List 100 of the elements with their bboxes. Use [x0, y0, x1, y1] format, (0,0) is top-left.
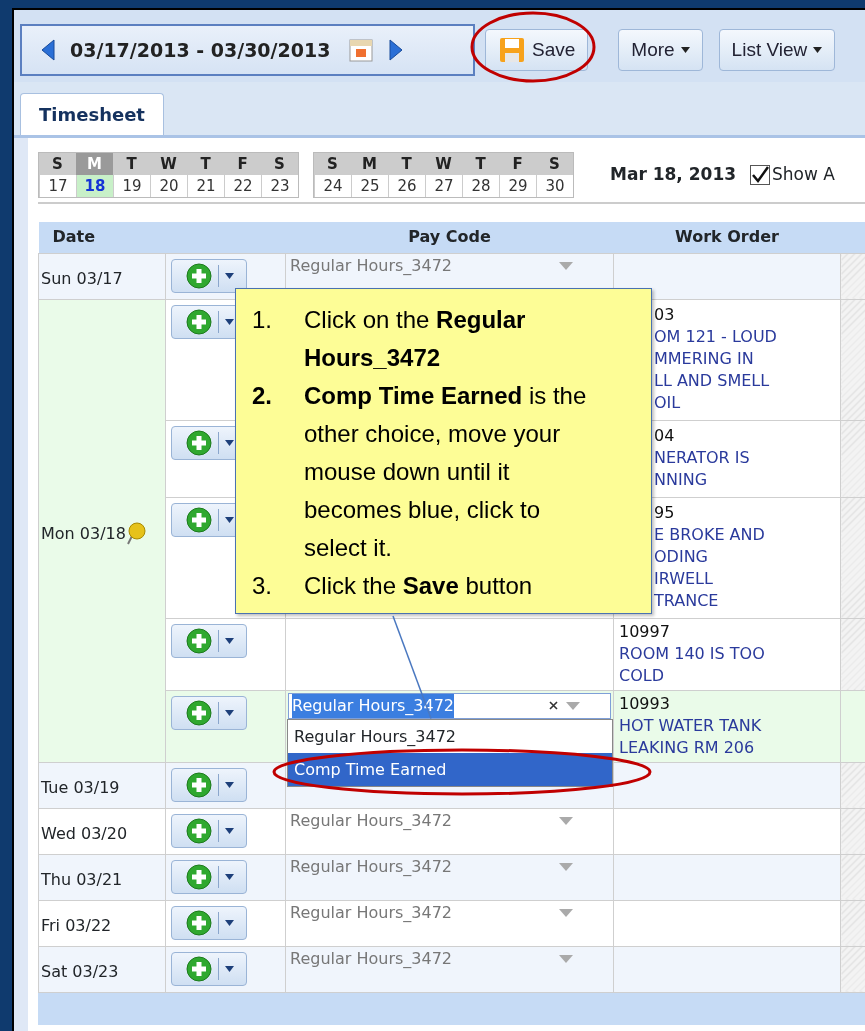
caret-icon — [225, 873, 234, 880]
weekday-label: F — [511, 154, 524, 175]
weekday-label: W — [434, 154, 453, 175]
day-cell[interactable]: 29 — [499, 175, 536, 197]
weekday-label: T — [400, 154, 413, 175]
add-button[interactable] — [171, 859, 247, 894]
work-order-number: 95 — [654, 501, 676, 524]
weekday-label: S — [548, 154, 561, 175]
day-cell[interactable]: 25 — [351, 175, 388, 197]
weekday-label: T — [199, 154, 212, 175]
checkbox[interactable] — [750, 165, 771, 185]
plus-icon — [186, 506, 212, 533]
weekday-label: F — [236, 154, 249, 175]
plus-icon — [186, 909, 212, 936]
work-order-description[interactable]: OM 121 - LOUD MMERING IN LL AND SMELL OIL — [654, 325, 836, 414]
weekday-label: S — [326, 154, 339, 175]
work-order-number: 03 — [654, 303, 676, 326]
weekday-label: S — [51, 154, 64, 175]
plus-icon — [186, 955, 212, 982]
step-number: 1. — [252, 305, 273, 335]
date-label: Sun 03/17 — [41, 268, 123, 290]
work-order-description[interactable]: NERATOR IS NNING — [654, 446, 836, 491]
day-cell[interactable]: 22 — [224, 175, 261, 197]
day-cell[interactable]: 17 — [39, 175, 76, 197]
caret-icon — [559, 816, 573, 825]
menu-button[interactable]: List View — [718, 29, 836, 71]
day-cell[interactable]: 23 — [261, 175, 298, 197]
clear-icon[interactable] — [549, 701, 558, 710]
day-cell[interactable]: 30 — [536, 175, 573, 197]
step-number: 2. — [252, 381, 273, 411]
caret-icon — [559, 261, 573, 270]
column-header: Date — [52, 227, 96, 247]
work-order-description[interactable]: E BROKE AND ODING IRWELL TRANCE — [654, 523, 836, 612]
caret-icon — [225, 965, 234, 972]
plus-icon — [186, 771, 212, 798]
calendar-button[interactable] — [348, 37, 375, 63]
day-cell[interactable]: 24 — [314, 175, 351, 197]
weekday-label: S — [273, 154, 286, 175]
caret-icon — [225, 827, 234, 834]
day-cell[interactable]: 27 — [425, 175, 462, 197]
caret-icon — [559, 862, 573, 871]
add-button[interactable] — [171, 623, 247, 658]
add-button[interactable] — [171, 905, 247, 940]
caret-icon — [680, 47, 690, 53]
weekday-label: T — [474, 154, 487, 175]
date-label: Fri 03/22 — [41, 915, 112, 937]
tab[interactable]: Timesheet — [20, 93, 164, 135]
weekday-label: M — [361, 154, 378, 175]
caret-icon — [225, 272, 234, 279]
add-button[interactable] — [171, 813, 247, 848]
weekday-label: W — [159, 154, 178, 175]
column-header: Pay Code — [408, 227, 491, 247]
column-header: Work Order — [675, 227, 779, 247]
work-order-number: 10993 — [619, 692, 671, 715]
step-text: Click the Save button — [304, 571, 533, 601]
caret-icon — [225, 516, 234, 523]
note-pin-icon[interactable] — [125, 521, 148, 546]
plus-icon — [186, 627, 212, 654]
step-text: Comp Time Earned is the other choice, move your mouse down until it becomes blue, click to select it. — [304, 381, 588, 563]
pay-code-field[interactable]: Regular Hours_3472 — [288, 692, 611, 719]
dropdown-option[interactable]: Comp Time Earned — [288, 752, 612, 786]
plus-icon — [186, 863, 212, 890]
plus-icon — [186, 262, 212, 289]
previous-button[interactable] — [40, 37, 56, 63]
caret-icon — [559, 908, 573, 917]
caret-icon — [225, 919, 234, 926]
date-label: Mon 03/18 — [41, 522, 126, 545]
plus-icon — [186, 429, 212, 456]
weekday-label: T — [125, 154, 138, 175]
caret-icon — [566, 701, 580, 710]
day-cell[interactable]: 21 — [187, 175, 224, 197]
date-label: Sat 03/23 — [41, 961, 119, 983]
menu-button[interactable]: More — [618, 29, 703, 71]
day-cell[interactable]: 28 — [462, 175, 499, 197]
day-cell[interactable]: 18 — [76, 175, 113, 197]
step-number: 3. — [252, 571, 273, 601]
add-button[interactable] — [171, 951, 247, 986]
dropdown-option[interactable]: Regular Hours_3472 — [288, 719, 612, 753]
add-button[interactable] — [171, 695, 247, 730]
work-order-description[interactable]: HOT WATER TANK LEAKING RM 206 — [619, 714, 836, 759]
plus-icon — [186, 817, 212, 844]
work-order-number: 10997 — [619, 620, 671, 643]
date-label: Tue 03/19 — [41, 777, 120, 799]
plus-icon — [186, 308, 212, 335]
step-text: Click on the Regular Hours_3472 — [304, 305, 527, 373]
date-label: Wed 03/20 — [41, 823, 128, 845]
day-cell[interactable]: 19 — [113, 175, 150, 197]
caret-icon — [225, 439, 234, 446]
caret-icon — [225, 637, 234, 644]
day-cell[interactable]: 26 — [388, 175, 425, 197]
work-order-description[interactable]: ROOM 140 IS TOO COLD — [619, 642, 836, 687]
add-button[interactable] — [171, 258, 247, 293]
save-button[interactable]: Save — [485, 29, 589, 71]
date-label: Thu 03/21 — [41, 869, 123, 891]
plus-icon — [186, 699, 212, 726]
caret-icon — [225, 709, 234, 716]
caret-icon — [225, 318, 234, 325]
day-cell[interactable]: 20 — [150, 175, 187, 197]
add-button[interactable] — [171, 767, 247, 802]
next-button[interactable] — [388, 37, 405, 63]
